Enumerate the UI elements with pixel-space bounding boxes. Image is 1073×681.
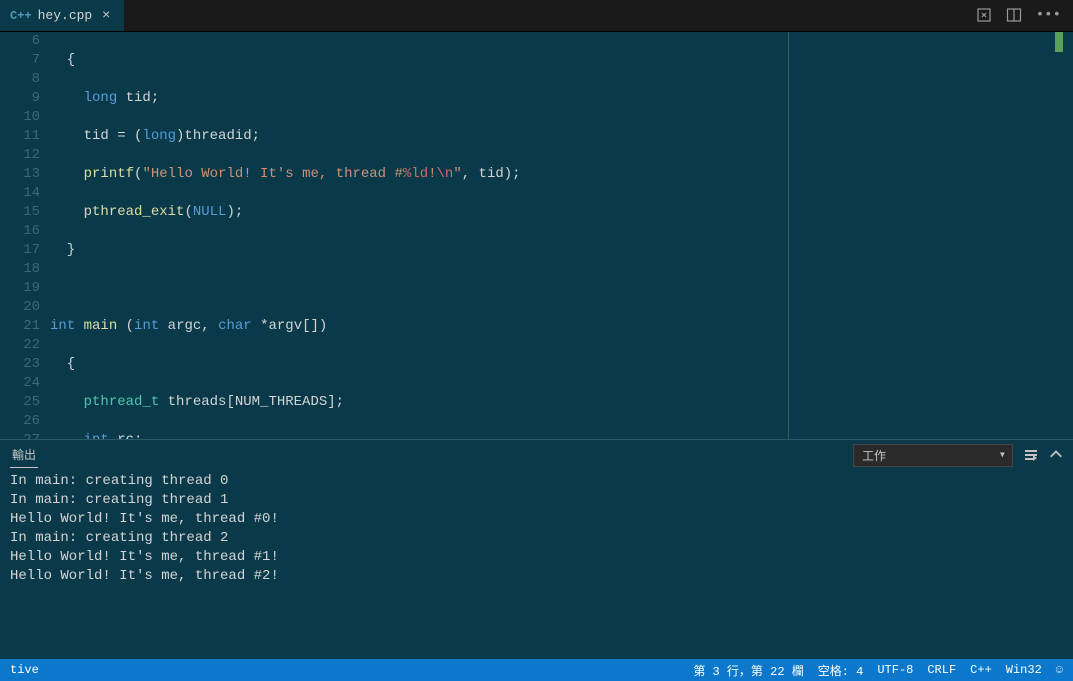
close-tab-icon[interactable]: × (98, 8, 114, 24)
minimap-highlight[interactable] (1055, 32, 1063, 52)
split-editor-icon[interactable] (1006, 7, 1022, 24)
status-eol[interactable]: CRLF (927, 663, 956, 677)
status-cursor-position[interactable]: 第 3 行，第 22 欄 (693, 662, 803, 679)
clear-output-icon[interactable] (1023, 447, 1039, 463)
output-content[interactable]: In main: creating thread 0 In main: crea… (0, 470, 1073, 659)
status-left[interactable]: tive (10, 663, 39, 677)
status-feedback-icon[interactable]: ☺ (1056, 663, 1063, 677)
status-platform[interactable]: Win32 (1006, 663, 1042, 677)
code-area[interactable]: { long tid; tid = (long)threadid; printf… (50, 32, 1073, 439)
compare-icon[interactable] (976, 7, 992, 24)
status-encoding[interactable]: UTF-8 (877, 663, 913, 677)
code-text: tid; (117, 90, 159, 106)
keyword: long (84, 90, 118, 106)
output-panel: 輸出 工作 In main: creating thread 0 In main… (0, 439, 1073, 659)
tab-bar: C++ hey.cpp × ••• (0, 0, 1073, 32)
tab-actions: ••• (964, 7, 1073, 24)
status-language[interactable]: C++ (970, 663, 992, 677)
cpp-file-icon: C++ (10, 9, 32, 23)
output-channel-dropdown[interactable]: 工作 (853, 444, 1013, 467)
line-gutter: 6789101112131415161718192021222324252627 (0, 32, 50, 439)
file-tab[interactable]: C++ hey.cpp × (0, 0, 124, 31)
code-editor[interactable]: 6789101112131415161718192021222324252627… (0, 32, 1073, 439)
tabs: C++ hey.cpp × (0, 0, 124, 31)
panel-header: 輸出 工作 (0, 440, 1073, 470)
status-bar: tive 第 3 行，第 22 欄 空格: 4 UTF-8 CRLF C++ W… (0, 659, 1073, 681)
panel-tab-output[interactable]: 輸出 (10, 442, 38, 468)
editor-ruler (788, 32, 789, 439)
tab-filename: hey.cpp (38, 8, 93, 23)
panel-chevron-icon[interactable] (1049, 448, 1063, 462)
more-actions-icon[interactable]: ••• (1036, 7, 1061, 24)
status-indentation[interactable]: 空格: 4 (818, 662, 864, 679)
